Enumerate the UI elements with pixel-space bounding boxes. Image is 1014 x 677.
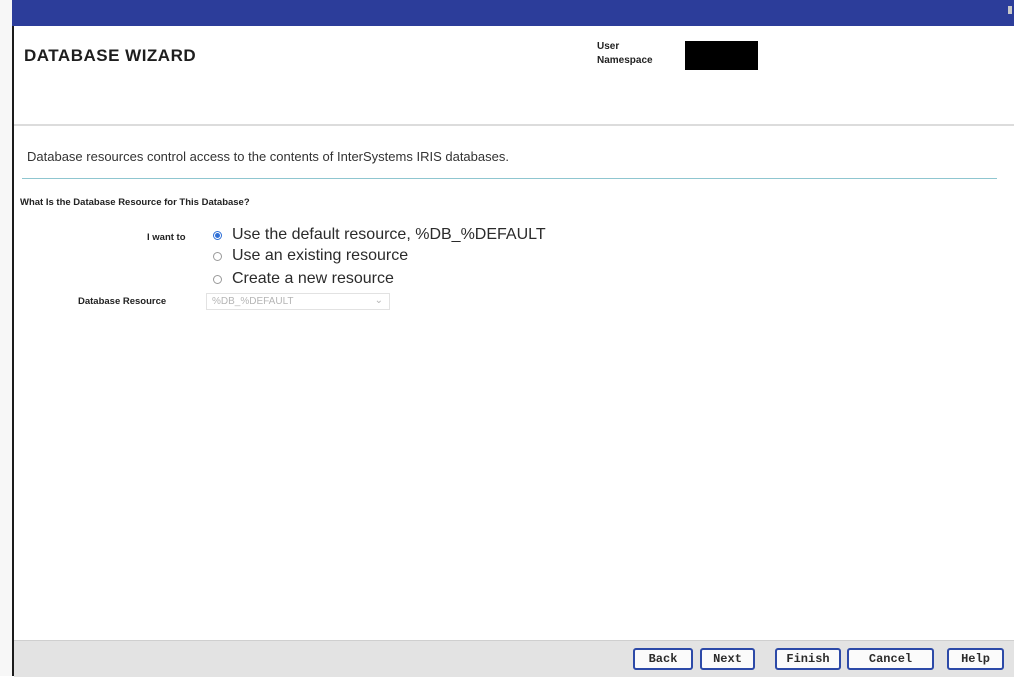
radio-selected-icon[interactable]: [213, 230, 222, 240]
help-button[interactable]: Help: [947, 648, 1004, 670]
user-label: User: [597, 41, 620, 52]
wizard-header: [14, 28, 1014, 126]
cancel-button[interactable]: Cancel: [847, 648, 934, 670]
description-divider: [22, 178, 997, 179]
wizard-window: DATABASE WIZARD User Namespace Database …: [0, 0, 1014, 677]
chevron-down-icon: ⌄: [374, 295, 383, 306]
namespace-label: Namespace: [597, 55, 653, 66]
page-title: DATABASE WIZARD: [24, 46, 197, 65]
section-heading: What Is the Database Resource for This D…: [20, 197, 250, 208]
database-resource-value: %DB_%DEFAULT: [212, 296, 294, 307]
title-bar-mark: [1008, 6, 1012, 14]
next-button[interactable]: Next: [700, 648, 755, 670]
radio-use-existing-resource[interactable]: Use an existing resource: [213, 247, 408, 265]
i-want-to-label: I want to: [147, 232, 186, 243]
database-resource-label: Database Resource: [78, 296, 167, 307]
window-left-edge: [0, 0, 14, 676]
radio-label: Create a new resource: [232, 270, 394, 287]
radio-create-new-resource[interactable]: Create a new resource: [213, 270, 394, 288]
radio-label: Use the default resource, %DB_%DEFAULT: [232, 226, 546, 243]
title-bar: [12, 0, 1014, 26]
radio-use-default-resource[interactable]: Use the default resource, %DB_%DEFAULT: [213, 226, 546, 244]
radio-label: Use an existing resource: [232, 247, 409, 264]
radio-unselected-icon[interactable]: [213, 274, 222, 284]
redacted-user-namespace: [685, 41, 758, 70]
back-button[interactable]: Back: [633, 648, 693, 670]
description-text: Database resources control access to the…: [27, 149, 509, 164]
radio-unselected-icon[interactable]: [213, 251, 222, 261]
finish-button[interactable]: Finish: [775, 648, 841, 670]
database-resource-select[interactable]: %DB_%DEFAULT ⌄: [206, 293, 390, 310]
